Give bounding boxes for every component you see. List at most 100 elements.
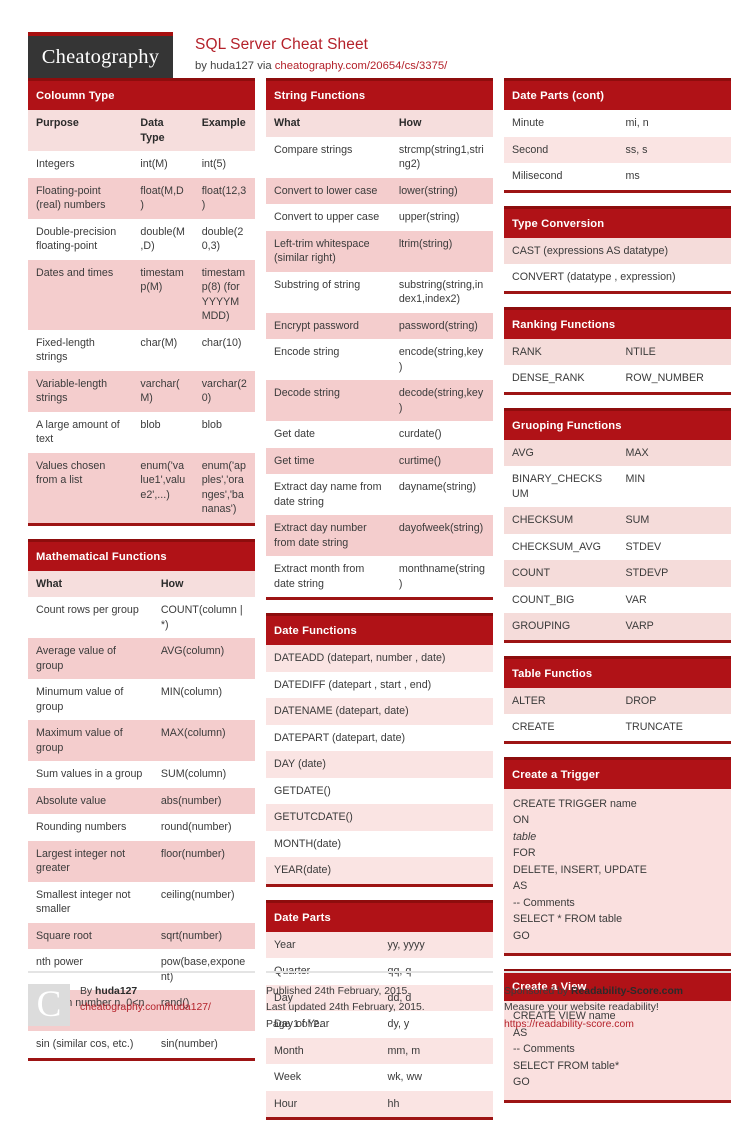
cell-how: MIN(column) [152, 679, 255, 720]
cell-how: dayname(string) [390, 474, 493, 515]
table-row: DENSE_RANK ROW_NUMBER [504, 365, 731, 392]
sponsor-tagline: Measure your website readability! [504, 1002, 659, 1013]
cell-signature: DATEDIFF (datepart , start , end) [266, 671, 493, 698]
table-row: Absolute value abs(number) [28, 787, 255, 814]
table-row: Double-precision floating-point double(M,… [28, 218, 255, 260]
table-row: CHECKSUM_AVG STDEV [504, 533, 731, 560]
cell-left: CHECKSUM [504, 507, 618, 534]
cell-how: round(number) [152, 814, 255, 841]
cheatography-logo[interactable]: Cheatography [28, 32, 173, 79]
cell-how: strcmp(string1,string2) [390, 136, 493, 178]
create-trigger-code: CREATE TRIGGER name ON table FOR DELETE,… [504, 788, 731, 953]
author-profile-link[interactable]: cheatography.com/huda127/ [80, 1002, 211, 1013]
table-row: Convert to upper case upper(string) [266, 204, 493, 231]
cell-right: MAX [617, 439, 731, 466]
cell-signature: MONTH(date) [266, 830, 493, 857]
card-grouping-functions: Gruoping Functions AVG MAX BINARY_CHECKSU… [504, 407, 731, 643]
cell-left: COUNT [504, 560, 618, 587]
table-row: Second ss, s [504, 136, 731, 163]
cell-how: upper(string) [390, 204, 493, 231]
table-row: DATENAME (datepart, date) [266, 698, 493, 725]
cell-left: DENSE_RANK [504, 365, 618, 392]
card-date-functions: Date Functions DATEADD (datepart, number… [266, 613, 493, 887]
table-row: COUNT STDEVP [504, 560, 731, 587]
cell-what: Rounding numbers [28, 814, 153, 841]
cell-purpose: Variable-length strings [28, 370, 133, 412]
cell-what: Minumum value of group [28, 679, 153, 720]
card-title: Date Parts [274, 911, 331, 924]
table-row: Year yy, yyyy [266, 931, 493, 958]
table-row: Extract day number from date string dayof… [266, 515, 493, 556]
code-line: DELETE, INSERT, UPDATE [513, 863, 647, 876]
table-row: Minumum value of group MIN(column) [28, 679, 255, 720]
sponsor-link[interactable]: https://readability-score.com [504, 1019, 634, 1030]
code-line: AS [513, 880, 528, 892]
cell-how: sin(number) [152, 1031, 255, 1058]
card-title: Table Functios [512, 667, 593, 680]
table-row: Count rows per group COUNT(column | *) [28, 597, 255, 638]
col-header-what: What [28, 570, 153, 597]
cell-part: Milisecond [504, 163, 618, 190]
byline: by huda127 via cheatography.com/20654/cs… [195, 57, 447, 75]
card-title: Mathematical Functions [36, 550, 167, 563]
cell-how: MAX(column) [152, 720, 255, 761]
cell-what: Extract day name from date string [266, 474, 391, 515]
cell-example: timestamp(8) (for YYYYMMDD) [193, 259, 255, 330]
cell-how: decode(string,key) [390, 380, 493, 421]
cell-what: sin (similar cos, etc.) [28, 1031, 153, 1058]
page-number: Page 1 of 2. [266, 1018, 323, 1030]
type-conversion-table: CAST (expressions AS datatype) CONVERT (… [504, 237, 731, 291]
cell-what: Encrypt password [266, 312, 391, 339]
card-type-conversion: Type Conversion CAST (expressions AS dat… [504, 205, 731, 294]
card-header: Type Conversion [504, 205, 731, 238]
card-string-functions: String Functions What How Compare string… [266, 78, 493, 600]
table-row: DATEPART (datepart, date) [266, 724, 493, 751]
coloumn-type-table: Purpose Data Type Example Integers int(M)… [28, 110, 255, 523]
table-row: Average value of group AVG(column) [28, 638, 255, 679]
card-title: String Functions [274, 90, 366, 102]
cell-abbrev: mi, n [617, 110, 731, 137]
column-1: Coloumn Type Purpose Data Type Example I… [28, 78, 255, 1074]
table-header-row: What How [28, 570, 255, 597]
table-row: Fixed-length strings char(M) char(10) [28, 329, 255, 371]
cell-part: Week [266, 1064, 380, 1091]
cell-what: Absolute value [28, 787, 153, 814]
table-row: Convert to lower case lower(string) [266, 177, 493, 204]
cell-right: VARP [617, 613, 731, 640]
table-row: Week wk, ww [266, 1064, 493, 1091]
cell-datatype: enum('value1',value2',...) [132, 452, 194, 523]
cell-left: CHECKSUM_AVG [504, 533, 618, 560]
sponsor-link-line: https://readability-score.com [504, 1017, 683, 1034]
table-row: AVG MAX [504, 439, 731, 466]
cell-datatype: varchar(M) [132, 370, 194, 412]
table-header-row: What How [266, 110, 493, 137]
cell-how: substring(string,index1,index2) [390, 271, 493, 313]
card-table-functios: Table Functios ALTER DROP CREATE TRUNCATE [504, 655, 731, 744]
card-header: Mathematical Functions [28, 538, 255, 571]
cell-part: Second [504, 136, 618, 163]
card-header: Date Parts [266, 899, 493, 932]
cell-abbrev: ms [617, 163, 731, 190]
cell-signature: DATEADD (datepart, number , date) [266, 645, 493, 672]
cell-right: DROP [617, 687, 731, 714]
cell-example: varchar(20) [193, 370, 255, 412]
cell-what: Largest integer not greater [28, 840, 153, 882]
byline-link[interactable]: cheatography.com/20654/cs/3375/ [275, 60, 448, 72]
byline-prefix: by huda127 via [195, 60, 275, 72]
cheatography-badge-icon: C [28, 983, 70, 1026]
col-header-datatype: Data Type [132, 110, 194, 151]
table-row: DAY (date) [266, 751, 493, 778]
cell-how: curtime() [390, 447, 493, 474]
code-line: -- Comments [513, 1043, 575, 1055]
cell-purpose: Dates and times [28, 259, 133, 330]
table-row: CONVERT (datatype , expression) [504, 264, 731, 291]
table-row: Milisecond ms [504, 163, 731, 190]
cell-abbrev: mm, m [379, 1037, 493, 1064]
table-row: RANK NTILE [504, 338, 731, 365]
table-row: Get date curdate() [266, 421, 493, 448]
cell-datatype: int(M) [132, 151, 194, 178]
cell-purpose: Values chosen from a list [28, 452, 133, 523]
cell-part: Month [266, 1037, 380, 1064]
cell-how: sqrt(number) [152, 922, 255, 949]
cell-part: Minute [504, 110, 618, 137]
